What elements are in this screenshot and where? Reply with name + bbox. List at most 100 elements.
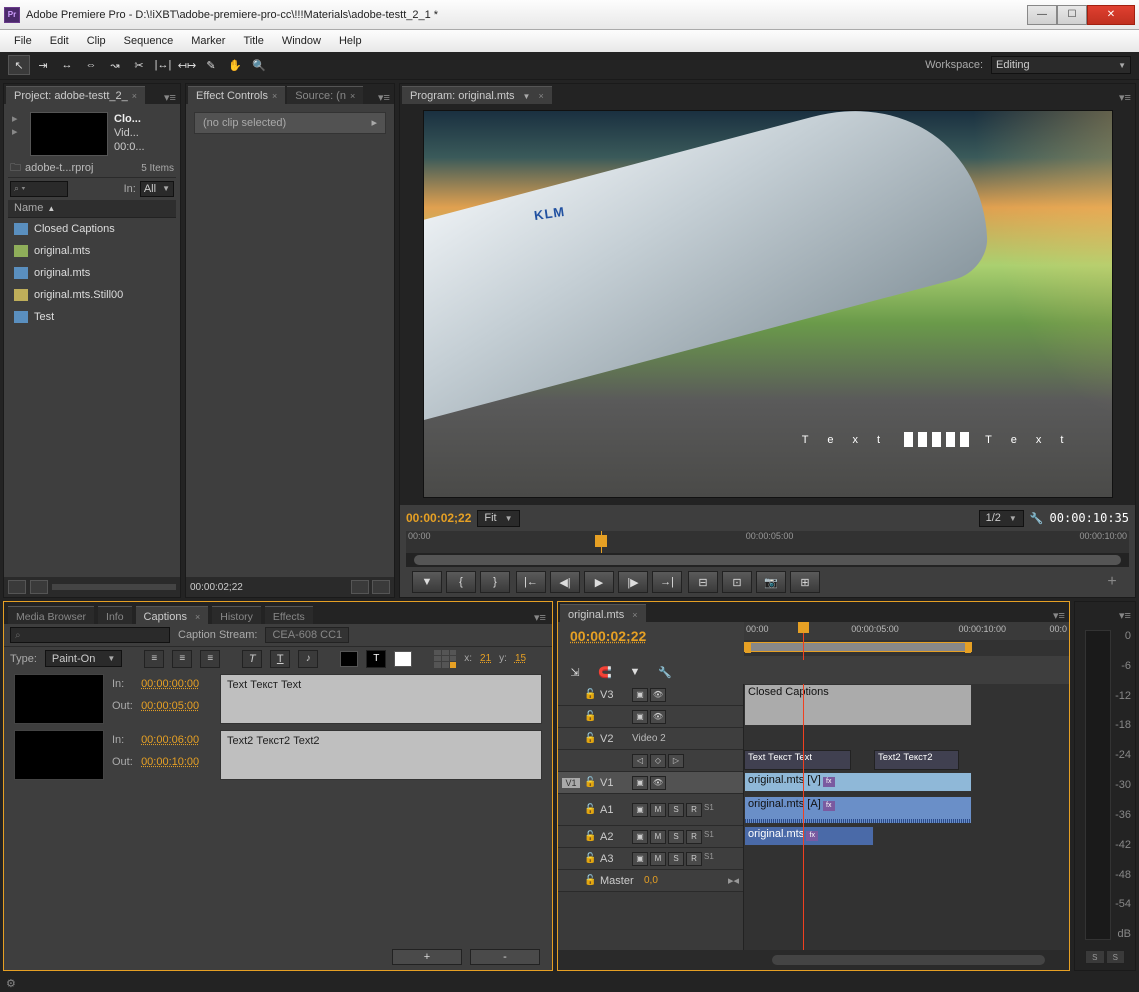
- pen-tool-icon[interactable]: ✎: [200, 55, 222, 75]
- tab-media-browser[interactable]: Media Browser: [8, 606, 94, 624]
- marker-icon[interactable]: ▼: [624, 662, 646, 682]
- mark-in-button[interactable]: {: [446, 571, 476, 593]
- menu-marker[interactable]: Marker: [183, 33, 233, 49]
- close-button[interactable]: ✕: [1087, 5, 1135, 25]
- record-button[interactable]: R: [686, 803, 702, 817]
- clip-closed-captions[interactable]: Closed Captions: [744, 684, 972, 726]
- clip-thumbnail[interactable]: [30, 112, 108, 156]
- list-item[interactable]: Test: [8, 306, 176, 328]
- panel-menu-icon[interactable]: ▾≡: [162, 91, 178, 104]
- tab-captions[interactable]: Captions×: [136, 606, 209, 624]
- rate-stretch-tool-icon[interactable]: ↝: [104, 55, 126, 75]
- caption-item[interactable]: In: 00:00:00:00 Out: 00:00:05:00 Text Те…: [14, 674, 542, 724]
- align-right-icon[interactable]: ≡: [200, 650, 220, 668]
- solo-left-button[interactable]: S: [1085, 950, 1105, 964]
- tab-history[interactable]: History: [212, 606, 261, 624]
- folder-icon[interactable]: 🗀: [10, 159, 21, 178]
- status-icon[interactable]: ⚙: [6, 977, 16, 990]
- work-area-bar[interactable]: [744, 640, 1069, 656]
- nest-icon[interactable]: ⇲: [564, 662, 586, 682]
- clip-audio-2[interactable]: original.mtsfx: [744, 826, 874, 846]
- caption-out-time[interactable]: 00:00:05:00: [141, 700, 199, 712]
- solo-right-button[interactable]: S: [1106, 950, 1126, 964]
- mark-out-button[interactable]: }: [480, 571, 510, 593]
- caption-search-input[interactable]: ⌕: [10, 627, 170, 643]
- program-ruler[interactable]: 00:00 00:00:05:00 00:00:10:00: [406, 531, 1129, 553]
- text-bg-icon[interactable]: T: [366, 650, 386, 668]
- clip-video[interactable]: original.mts [V]fx: [744, 772, 972, 792]
- caption-type-select[interactable]: Paint-On▼: [45, 650, 122, 667]
- list-item[interactable]: Closed Captions: [8, 218, 176, 240]
- lock-icon[interactable]: 🔓: [584, 733, 596, 744]
- list-item[interactable]: original.mts: [8, 262, 176, 284]
- bg-color-swatch[interactable]: [340, 651, 358, 667]
- italic-icon[interactable]: T: [242, 650, 262, 668]
- menu-help[interactable]: Help: [331, 33, 370, 49]
- caption-in-time[interactable]: 00:00:06:00: [141, 734, 199, 746]
- program-tab[interactable]: Program: original.mts▼×: [402, 86, 552, 104]
- settings-icon[interactable]: 🔧: [1030, 512, 1044, 525]
- go-to-in-button[interactable]: |←: [516, 571, 546, 593]
- mute-button[interactable]: M: [650, 803, 666, 817]
- menu-clip[interactable]: Clip: [79, 33, 114, 49]
- remove-caption-button[interactable]: -: [470, 949, 540, 965]
- rolling-tool-icon[interactable]: ⇔: [80, 55, 102, 75]
- video-preview[interactable]: KLM T e x t T e x t: [423, 110, 1113, 498]
- settings-icon[interactable]: 🔧: [654, 662, 676, 682]
- maximize-button[interactable]: ☐: [1057, 5, 1087, 25]
- slip-tool-icon[interactable]: |↔|: [152, 55, 174, 75]
- lift-button[interactable]: ⊟: [688, 571, 718, 593]
- caption-text-input[interactable]: Text2 Текст2 Text2: [220, 730, 542, 780]
- add-keyframe-icon[interactable]: ◇: [650, 754, 666, 768]
- clip-audio-1[interactable]: original.mts [A]fx: [744, 796, 972, 824]
- timeline-ruler[interactable]: 00:00 00:00:05:00 00:00:10:00 00:0: [744, 622, 1069, 640]
- search-input[interactable]: ⌕ ▾: [10, 181, 68, 197]
- caption-item[interactable]: In: 00:00:06:00 Out: 00:00:10:00 Text2 Т…: [14, 730, 542, 780]
- selection-tool-icon[interactable]: ↖: [8, 55, 30, 75]
- slide-tool-icon[interactable]: ↤↦: [176, 55, 198, 75]
- caption-out-time[interactable]: 00:00:10:00: [141, 756, 199, 768]
- prev-keyframe-icon[interactable]: ◁: [632, 754, 648, 768]
- extract-button[interactable]: ⊡: [722, 571, 752, 593]
- menu-edit[interactable]: Edit: [42, 33, 77, 49]
- minimize-button[interactable]: —: [1027, 5, 1057, 25]
- play-icon[interactable]: ▸▸: [12, 112, 24, 156]
- filter-select[interactable]: All▼: [140, 181, 174, 197]
- fg-color-swatch[interactable]: [394, 651, 412, 667]
- ripple-tool-icon[interactable]: ↔: [56, 55, 78, 75]
- panel-menu-icon[interactable]: ▾≡: [532, 611, 548, 624]
- tab-effects[interactable]: Effects: [265, 606, 313, 624]
- go-to-out-button[interactable]: →|: [652, 571, 682, 593]
- y-position[interactable]: 15: [515, 653, 526, 664]
- step-back-button[interactable]: ◀|: [550, 571, 580, 593]
- master-level[interactable]: 0,0: [644, 875, 658, 886]
- safe-margins-button[interactable]: ⊞: [790, 571, 820, 593]
- x-position[interactable]: 21: [480, 653, 491, 664]
- menu-sequence[interactable]: Sequence: [116, 33, 182, 49]
- step-forward-button[interactable]: |▶: [618, 571, 648, 593]
- menu-window[interactable]: Window: [274, 33, 329, 49]
- eye-icon[interactable]: 👁: [650, 688, 666, 702]
- target-icon[interactable]: ▣: [632, 688, 648, 702]
- current-time[interactable]: 00:00:02;22: [406, 511, 471, 525]
- zoom-in-icon[interactable]: [372, 580, 390, 594]
- caption-stream-select[interactable]: CEA-608 CC1: [265, 627, 349, 643]
- clip-caption-2[interactable]: Text2 Текст2: [874, 750, 959, 770]
- timecode-display[interactable]: 00:00:02;22: [190, 582, 243, 593]
- list-view-icon[interactable]: [8, 580, 26, 594]
- zoom-fit-select[interactable]: Fit▼: [477, 510, 519, 527]
- timeline-tracks[interactable]: Closed Captions Text Текст Text Text2 Те…: [744, 684, 1069, 950]
- hand-tool-icon[interactable]: ✋: [224, 55, 246, 75]
- zoom-slider[interactable]: [52, 584, 176, 590]
- workspace-select[interactable]: Editing▼: [991, 56, 1131, 74]
- column-header-name[interactable]: Name▲: [8, 200, 176, 218]
- timeline-scrollbar[interactable]: [772, 955, 1045, 965]
- panel-menu-icon[interactable]: ▾≡: [376, 91, 392, 104]
- timeline-tab[interactable]: original.mts×: [560, 604, 646, 622]
- track-select-tool-icon[interactable]: ⇥: [32, 55, 54, 75]
- zoom-tool-icon[interactable]: 🔍: [248, 55, 270, 75]
- timeline-timecode[interactable]: 00:00:02;22: [558, 622, 744, 660]
- list-item[interactable]: original.mts.Still00: [8, 284, 176, 306]
- add-button-icon[interactable]: +: [1101, 573, 1123, 591]
- next-keyframe-icon[interactable]: ▷: [668, 754, 684, 768]
